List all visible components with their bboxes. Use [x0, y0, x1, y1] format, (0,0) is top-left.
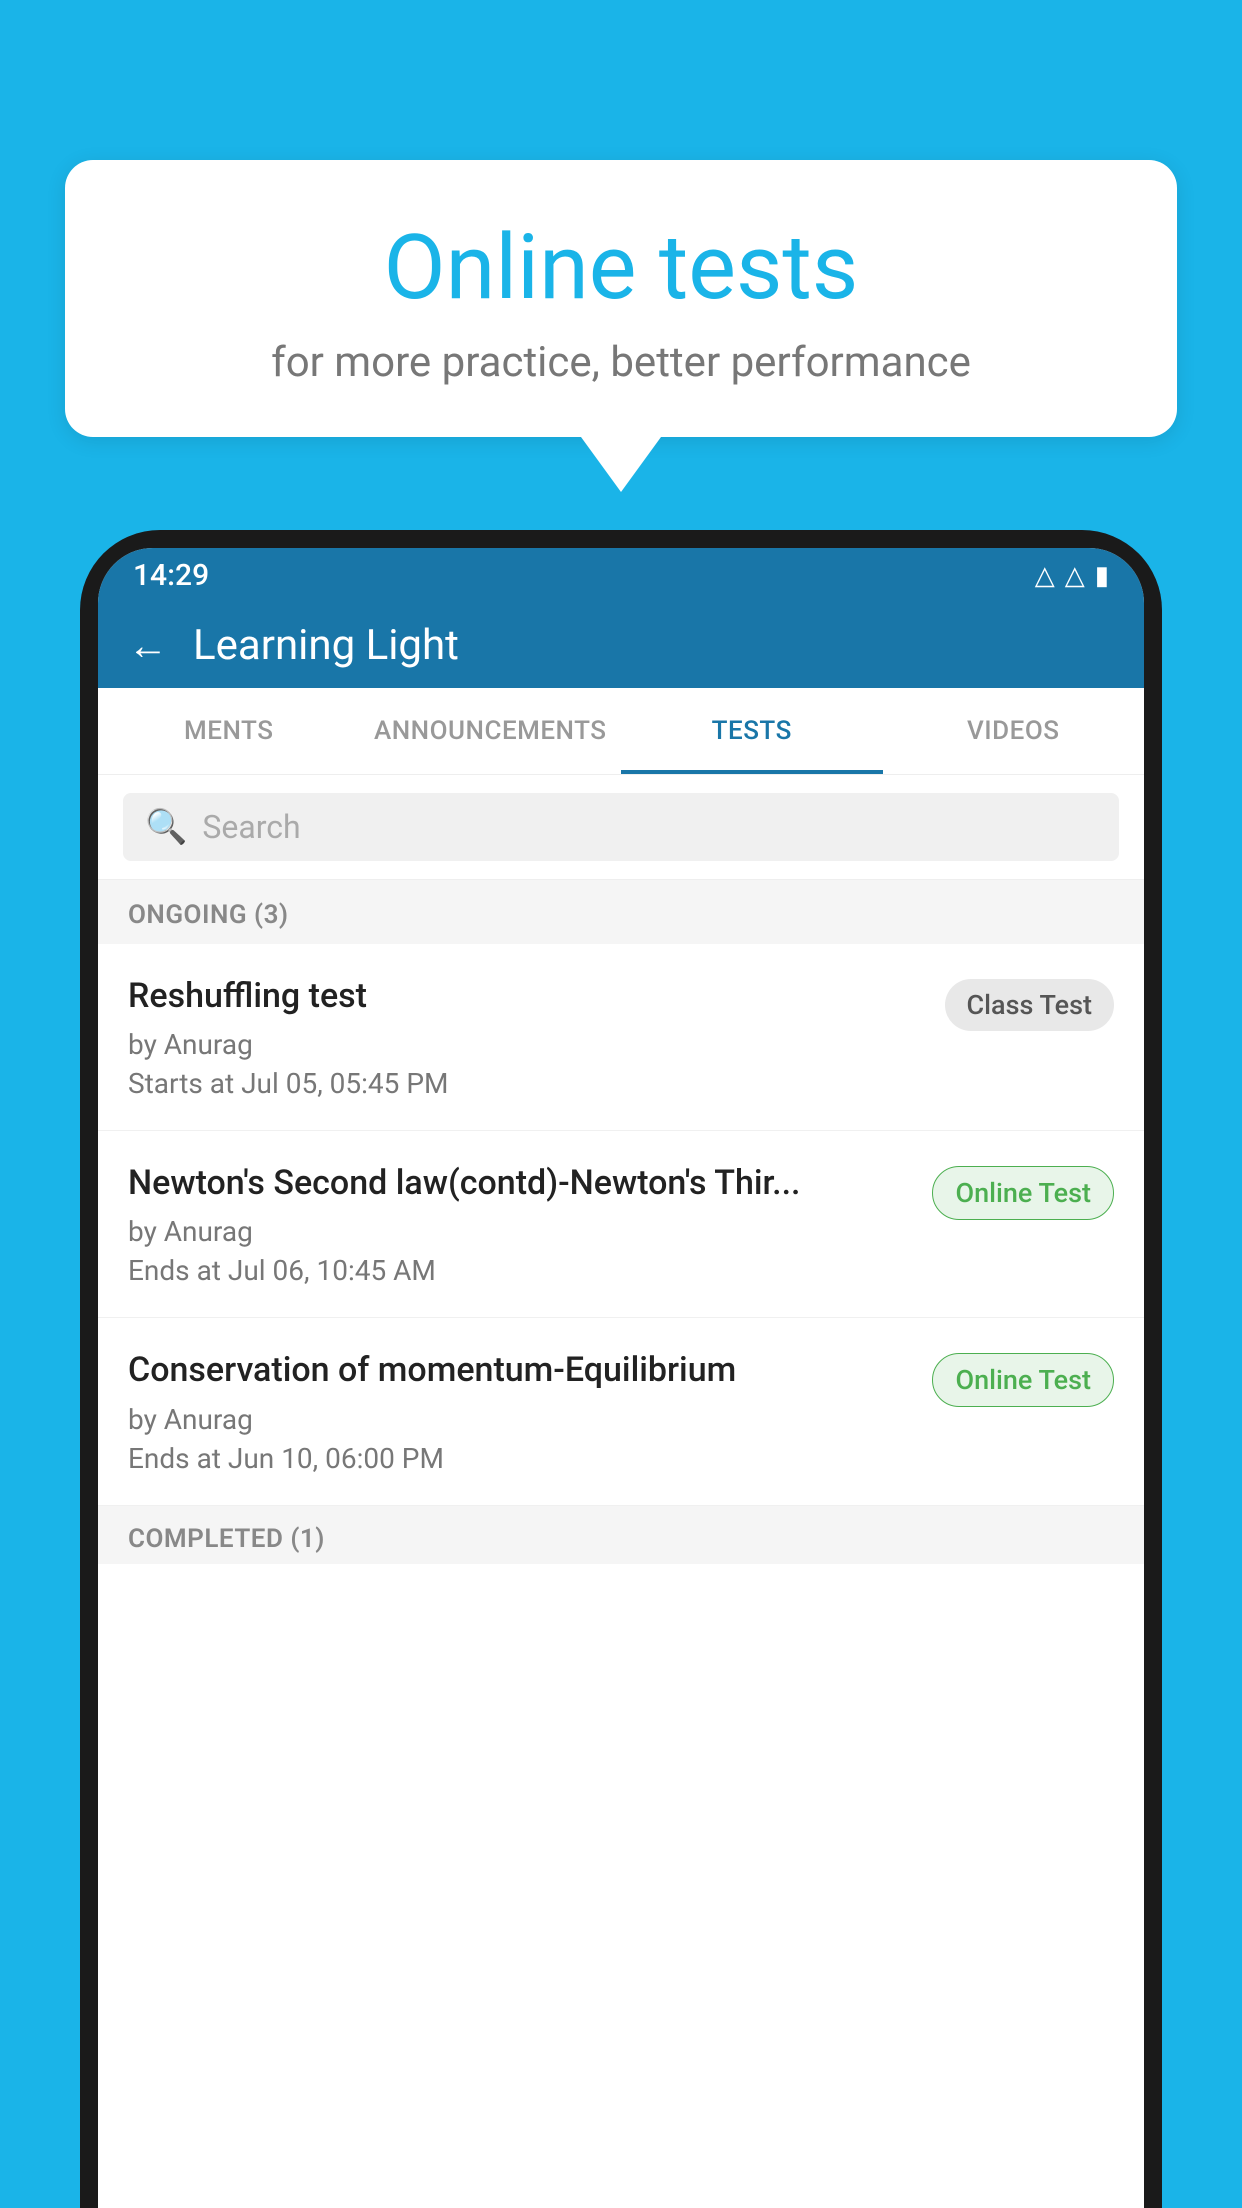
back-button[interactable]: ← — [128, 622, 168, 669]
app-title: Learning Light — [193, 621, 459, 670]
ongoing-section-header: ONGOING (3) — [98, 880, 1144, 944]
test-author: by Anurag — [128, 1403, 912, 1436]
phone-frame: 14:29 △ △ ▮ ← Learning Light MENTS ANNOU… — [80, 530, 1162, 2208]
tab-videos[interactable]: VIDEOS — [883, 688, 1145, 774]
test-item-info: Newton's Second law(contd)-Newton's Thir… — [128, 1161, 932, 1287]
ongoing-label: ONGOING (3) — [128, 900, 289, 930]
list-item[interactable]: Reshuffling test by Anurag Starts at Jul… — [98, 944, 1144, 1131]
test-author: by Anurag — [128, 1215, 912, 1248]
bubble-title: Online tests — [125, 215, 1117, 320]
test-badge: Online Test — [932, 1166, 1114, 1220]
tabs-bar: MENTS ANNOUNCEMENTS TESTS VIDEOS — [98, 688, 1144, 775]
search-icon: 🔍 — [145, 807, 187, 847]
test-date: Ends at Jun 10, 06:00 PM — [128, 1442, 912, 1475]
tab-announcements[interactable]: ANNOUNCEMENTS — [360, 688, 622, 774]
test-list: Reshuffling test by Anurag Starts at Jul… — [98, 944, 1144, 1506]
bubble-subtitle: for more practice, better performance — [125, 338, 1117, 387]
search-placeholder: Search — [202, 808, 300, 846]
completed-section-header: COMPLETED (1) — [98, 1506, 1144, 1564]
completed-label: COMPLETED (1) — [128, 1524, 325, 1554]
status-icons: △ △ ▮ — [1035, 561, 1109, 591]
test-date: Starts at Jul 05, 05:45 PM — [128, 1067, 925, 1100]
list-item[interactable]: Conservation of momentum-Equilibrium by … — [98, 1318, 1144, 1505]
status-bar: 14:29 △ △ ▮ — [98, 548, 1144, 603]
search-container: 🔍 Search — [98, 775, 1144, 880]
speech-bubble: Online tests for more practice, better p… — [65, 160, 1177, 437]
test-badge: Class Test — [945, 979, 1115, 1031]
test-item-info: Reshuffling test by Anurag Starts at Jul… — [128, 974, 945, 1100]
test-badge: Online Test — [932, 1353, 1114, 1407]
phone-container: 14:29 △ △ ▮ ← Learning Light MENTS ANNOU… — [80, 530, 1162, 2208]
bubble-arrow — [581, 437, 661, 492]
test-item-info: Conservation of momentum-Equilibrium by … — [128, 1348, 932, 1474]
tab-tests[interactable]: TESTS — [621, 688, 883, 774]
search-bar[interactable]: 🔍 Search — [123, 793, 1119, 861]
screen-content: 🔍 Search ONGOING (3) Reshuffling test by… — [98, 775, 1144, 2208]
test-name: Reshuffling test — [128, 974, 925, 1018]
list-item[interactable]: Newton's Second law(contd)-Newton's Thir… — [98, 1131, 1144, 1318]
phone-inner: 14:29 △ △ ▮ ← Learning Light MENTS ANNOU… — [98, 548, 1144, 2208]
speech-bubble-section: Online tests for more practice, better p… — [65, 160, 1177, 492]
tab-ments[interactable]: MENTS — [98, 688, 360, 774]
test-name: Newton's Second law(contd)-Newton's Thir… — [128, 1161, 912, 1205]
test-author: by Anurag — [128, 1028, 925, 1061]
test-name: Conservation of momentum-Equilibrium — [128, 1348, 912, 1392]
signal-icon: △ — [1065, 561, 1085, 591]
status-time: 14:29 — [133, 558, 209, 593]
wifi-icon: △ — [1035, 561, 1055, 591]
battery-icon: ▮ — [1095, 561, 1109, 591]
app-header: ← Learning Light — [98, 603, 1144, 688]
test-date: Ends at Jul 06, 10:45 AM — [128, 1254, 912, 1287]
